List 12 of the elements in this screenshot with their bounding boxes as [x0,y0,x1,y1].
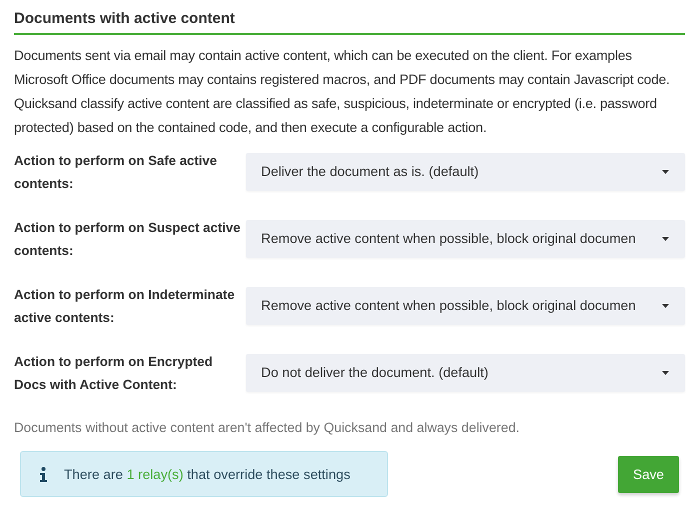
action-label: Action to perform on Encrypted Docs with Active Content: [14,352,214,394]
action-dropdown[interactable]: Do not deliver the document. (default) [246,354,685,392]
section-title: Documents with active content [14,8,685,35]
action-label: Action to perform on Suspect active contents: [14,218,242,260]
action-label: Action to perform on Safe active contents: [14,152,218,192]
action-label: Action to perform on Indeterminate active contents: [14,286,236,326]
action-dropdown[interactable]: Deliver the document as is. (default) [246,152,685,190]
action-dropdown[interactable]: Remove active content when possible, block original documen [246,286,685,324]
info-text: There are 1 relay(s) that override these settings [64,466,350,482]
action-dropdown[interactable]: Remove active content when possible, block original documen [246,220,685,258]
note-text: Documents without active content aren't affected by Quicksand and always delivered. [14,420,520,435]
description-text: Documents sent via email may contain active content, which can be executed on the client. For examples Microsoft Office documents may contains registered macros, and PDF documents may contain Javascript code. Quicksand classify active content are classified as safe, suspicious, indeterminate or encrypted (i.e. password protected) based on the contained code, and then execute a configurable action. [14,47,671,137]
